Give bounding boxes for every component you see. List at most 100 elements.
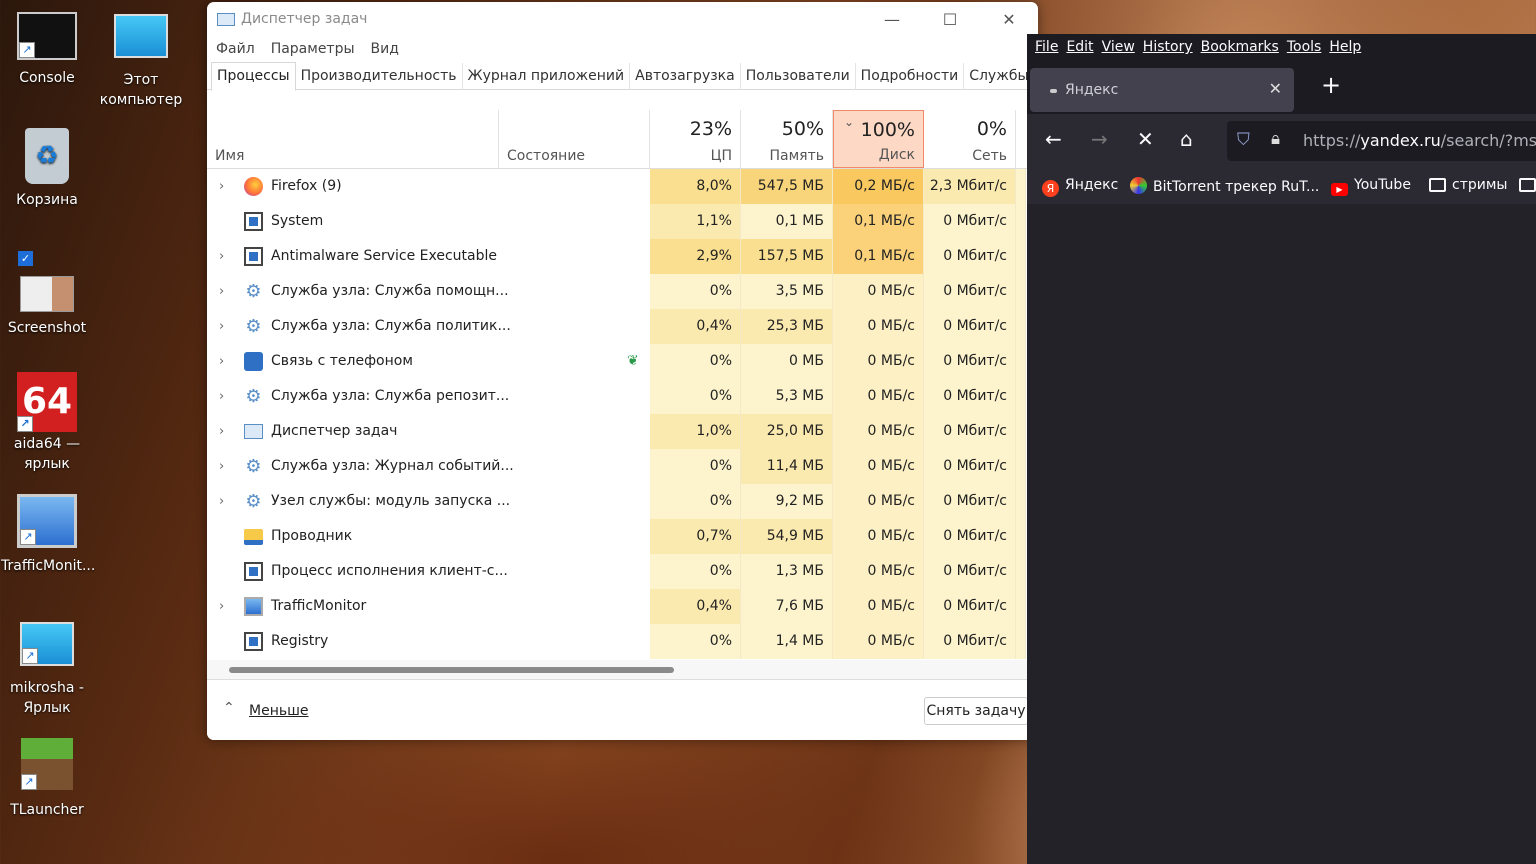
title-bar[interactable]: Диспетчер задач — ☐ ✕ <box>207 2 1038 36</box>
home-icon[interactable]: ⌂ <box>1180 127 1193 151</box>
network-value: 0 Мбит/с <box>924 344 1016 379</box>
table-row[interactable]: › ⚙ Служба узла: Служба политик... 0,4% … <box>207 309 1027 344</box>
tab-performance[interactable]: Производительность <box>296 63 463 90</box>
yandex-icon: Я <box>1042 180 1059 197</box>
bookmark-folder-streams[interactable]: стримы <box>1429 177 1507 193</box>
desktop-icon-screenshot[interactable]: ✓ Screenshot <box>1 250 93 338</box>
row-filler <box>1016 309 1026 344</box>
process-name: Registry <box>271 633 329 649</box>
address-bar[interactable]: ⛉ 🔒︎ https://yandex.ru/search/?msid <box>1227 121 1536 161</box>
expand-chevron-icon[interactable]: › <box>219 344 224 379</box>
tab-processes[interactable]: Процессы <box>211 62 296 91</box>
column-header-network[interactable]: 0% Сеть <box>924 110 1016 168</box>
desktop-icon-this-pc[interactable]: Этот компьютер <box>95 8 187 110</box>
browser-tab[interactable]: Яндекс ✕ <box>1030 68 1294 112</box>
tab-app-history[interactable]: Журнал приложений <box>463 63 631 90</box>
grass-block-icon: ↗ <box>21 738 73 790</box>
menu-file[interactable]: File <box>1035 34 1058 60</box>
menu-view[interactable]: View <box>1102 34 1135 60</box>
desktop-icon-tlauncher[interactable]: ↗ TLauncher <box>1 738 93 820</box>
menu-options[interactable]: Параметры <box>271 36 355 62</box>
new-tab-button[interactable]: + <box>1321 71 1341 99</box>
column-header-name[interactable]: Имя <box>207 110 499 168</box>
close-tab-icon[interactable]: ✕ <box>1269 79 1282 98</box>
expand-chevron-icon[interactable]: › <box>219 169 224 204</box>
expand-chevron-icon[interactable]: › <box>219 589 224 624</box>
table-row[interactable]: › TrafficMonitor 0,4% 7,6 МБ 0 МБ/с 0 Мб… <box>207 589 1027 624</box>
table-row[interactable]: › ⚙ Служба узла: Служба помощн... 0% 3,5… <box>207 274 1027 309</box>
menu-file[interactable]: Файл <box>216 36 255 62</box>
tracking-protection-shield-icon[interactable]: ⛉ <box>1237 130 1250 150</box>
table-row[interactable]: › Antimalware Service Executable 2,9% 15… <box>207 239 1027 274</box>
tab-title: Яндекс <box>1065 82 1119 98</box>
chevron-up-icon[interactable]: ⌃ <box>223 700 235 716</box>
stop-icon[interactable]: ✕ <box>1137 127 1154 151</box>
table-row[interactable]: Проводник 0,7% 54,9 МБ 0 МБ/с 0 Мбит/с <box>207 519 1027 554</box>
table-row[interactable]: › Связь с телефоном ❦ 0% 0 МБ 0 МБ/с 0 М… <box>207 344 1027 379</box>
cpu-value: 0,4% <box>650 309 741 344</box>
checkbox-icon[interactable]: ✓ <box>18 251 33 266</box>
close-button[interactable]: ✕ <box>989 8 1029 32</box>
gear-icon: ⚙ <box>245 491 262 512</box>
back-icon[interactable]: ← <box>1045 127 1062 151</box>
bookmark-folder-overflow[interactable] <box>1519 177 1536 193</box>
table-row[interactable]: › Firefox (9) 8,0% 547,5 МБ 0,2 МБ/с 2,3… <box>207 169 1027 204</box>
menu-tools[interactable]: Tools <box>1287 34 1322 60</box>
tab-users[interactable]: Пользователи <box>741 63 856 90</box>
expand-chevron-icon[interactable]: › <box>219 239 224 274</box>
bookmark-bittorrent[interactable]: BitTorrent трекер RuT... <box>1130 177 1319 195</box>
expand-chevron-icon[interactable]: › <box>219 309 224 344</box>
menu-edit[interactable]: Edit <box>1066 34 1093 60</box>
expand-chevron-icon[interactable]: › <box>219 414 224 449</box>
desktop-icon-mikrosha[interactable]: ↗ mikrosha - Ярлык <box>1 616 93 718</box>
folder-icon <box>1519 178 1536 192</box>
row-filler <box>1016 484 1026 519</box>
table-row[interactable]: Процесс исполнения клиент-с... 0% 1,3 МБ… <box>207 554 1027 589</box>
expand-chevron-icon[interactable]: › <box>219 379 224 414</box>
expand-chevron-icon[interactable]: › <box>219 274 224 309</box>
table-row[interactable]: › ⚙ Служба узла: Служба репозит... 0% 5,… <box>207 379 1027 414</box>
expand-chevron-icon[interactable]: › <box>219 484 224 519</box>
horizontal-scrollbar-thumb[interactable] <box>229 667 674 673</box>
gear-icon: ⚙ <box>245 316 262 337</box>
lock-icon[interactable]: 🔒︎ <box>1271 129 1280 149</box>
bookmark-youtube[interactable]: ▶ YouTube <box>1331 177 1411 196</box>
disk-value: 0,1 МБ/с <box>833 239 924 274</box>
bookmark-yandex[interactable]: Я Яндекс <box>1042 177 1118 197</box>
column-header-status[interactable]: Состояние <box>499 110 650 168</box>
table-row[interactable]: System 1,1% 0,1 МБ 0,1 МБ/с 0 Мбит/с <box>207 204 1027 239</box>
tab-startup[interactable]: Автозагрузка <box>630 63 741 90</box>
console-icon: ↗ <box>17 12 77 60</box>
desktop-icon-console[interactable]: ↗ Console <box>1 8 93 88</box>
column-header-disk[interactable]: ⌄ 100% Диск <box>833 110 924 168</box>
url-text[interactable]: https://yandex.ru/search/?msid <box>1303 131 1536 150</box>
network-value: 0 Мбит/с <box>924 239 1016 274</box>
menu-view[interactable]: Вид <box>371 36 399 62</box>
column-header-memory[interactable]: 50% Память <box>741 110 833 168</box>
tab-details[interactable]: Подробности <box>856 63 965 90</box>
table-row[interactable]: Registry 0% 1,4 МБ 0 МБ/с 0 Мбит/с <box>207 624 1027 659</box>
expand-chevron-icon[interactable]: › <box>219 449 224 484</box>
fewer-details-link[interactable]: Меньше <box>249 703 309 719</box>
minimize-button[interactable]: — <box>872 8 912 32</box>
desktop-icon-trafficmonitor[interactable]: ↗ TrafficMonit... <box>1 494 95 576</box>
window-app-icon <box>244 212 263 231</box>
cpu-value: 8,0% <box>650 169 741 204</box>
page-content[interactable] <box>1027 204 1536 864</box>
desktop-icon-aida64[interactable]: 64 ↗ aida64 — ярлык <box>1 372 93 474</box>
desktop-icon-recycle-bin[interactable]: ♻ Корзина <box>1 128 93 210</box>
end-task-button[interactable]: Снять задачу <box>924 697 1028 725</box>
table-row[interactable]: › ⚙ Узел службы: модуль запуска ... 0% 9… <box>207 484 1027 519</box>
forward-icon[interactable]: → <box>1091 127 1108 151</box>
menu-history[interactable]: History <box>1143 34 1193 60</box>
cpu-value: 0% <box>650 274 741 309</box>
menu-help[interactable]: Help <box>1329 34 1361 60</box>
cpu-value: 0% <box>650 484 741 519</box>
disk-value: 0 МБ/с <box>833 309 924 344</box>
table-row[interactable]: › ⚙ Служба узла: Журнал событий... 0% 11… <box>207 449 1027 484</box>
column-header-cpu[interactable]: 23% ЦП <box>650 110 741 168</box>
tab-services[interactable]: Службы <box>964 63 1035 90</box>
table-row[interactable]: › Диспетчер задач 1,0% 25,0 МБ 0 МБ/с 0 … <box>207 414 1027 449</box>
menu-bookmarks[interactable]: Bookmarks <box>1201 34 1279 60</box>
maximize-button[interactable]: ☐ <box>930 8 970 32</box>
